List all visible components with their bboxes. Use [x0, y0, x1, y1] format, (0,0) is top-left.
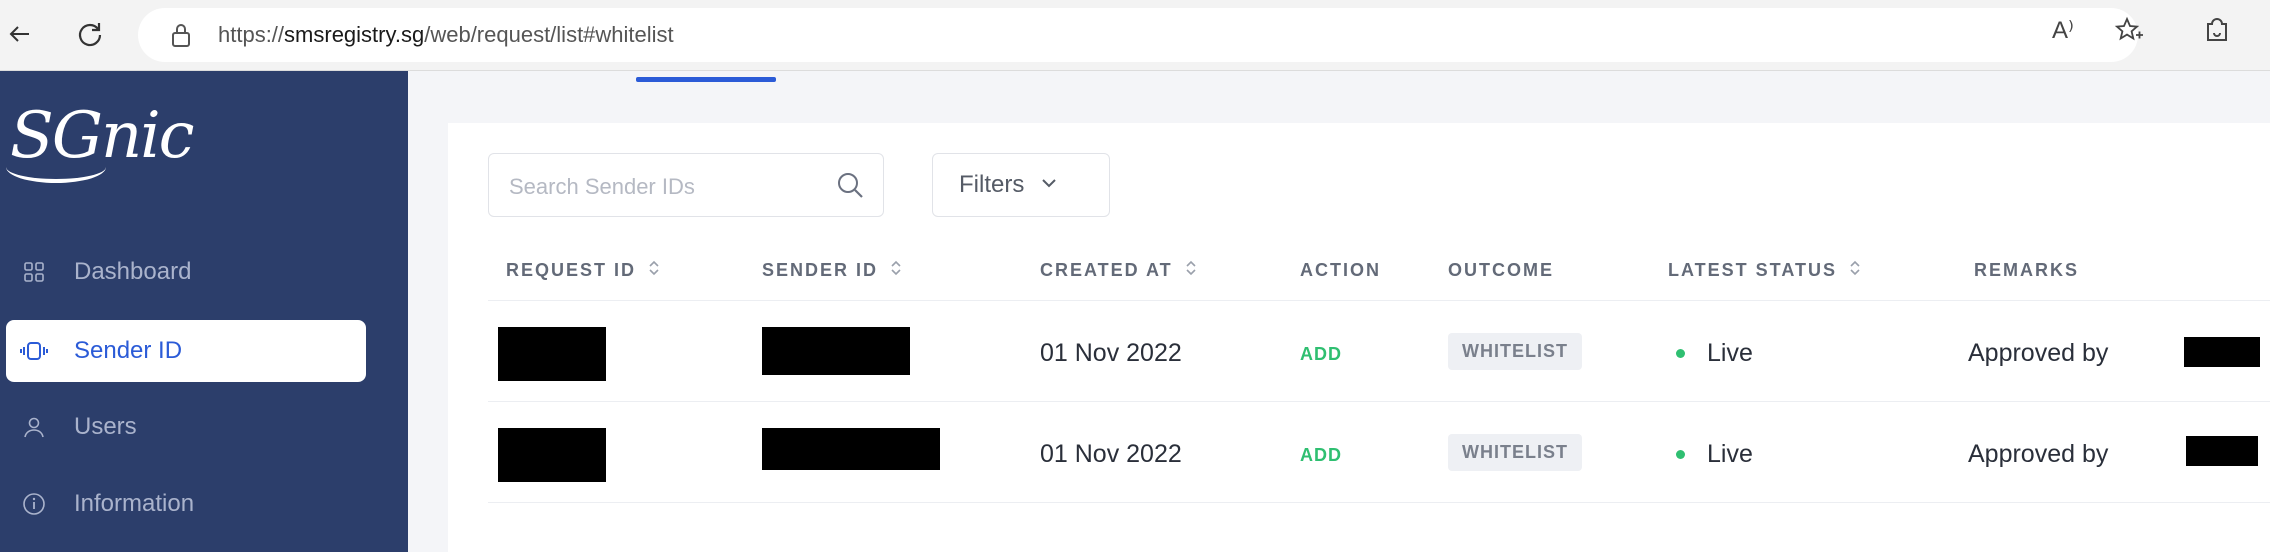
sort-icon[interactable] [1849, 260, 1861, 281]
redacted-approver [2186, 436, 2258, 466]
status-badge: Live [1676, 339, 1753, 368]
sidebar-item-label: Information [74, 490, 195, 517]
status-dot-icon [1676, 450, 1685, 459]
chevron-down-icon [1040, 176, 1058, 194]
sidebar-item-label: Sender ID [74, 337, 183, 364]
sender-id-icon [20, 340, 48, 362]
column-header-latest-status[interactable]: LATEST STATUS [1668, 260, 1861, 281]
filters-button[interactable]: Filters [932, 153, 1110, 217]
main-content: Search Sender IDs Filters REQUEST ID SEN… [408, 71, 2270, 552]
url-host: smsregistry.sg [284, 22, 425, 47]
created-at: 01 Nov 2022 [1040, 339, 1182, 367]
action-value: ADD [1300, 445, 1342, 465]
status-text: Live [1707, 440, 1753, 468]
read-aloud-icon[interactable]: A⁾ [2052, 16, 2074, 45]
sort-icon[interactable] [890, 260, 902, 281]
column-header-label: SENDER ID [762, 260, 879, 280]
sidebar-item-sender-id[interactable]: Sender ID [6, 320, 366, 382]
status-badge: Live [1676, 440, 1753, 469]
refresh-icon[interactable] [70, 14, 110, 54]
grid-icon [20, 261, 48, 283]
url-prefix: https:// [218, 22, 285, 47]
redacted-sender-id [762, 428, 940, 470]
sort-icon[interactable] [1185, 260, 1197, 281]
lock-icon[interactable] [170, 22, 192, 53]
column-header-label: REQUEST ID [506, 260, 637, 280]
outcome-badge: WHITELIST [1448, 333, 1582, 370]
column-header-remarks: REMARKS [1974, 260, 2079, 281]
user-icon [20, 416, 48, 438]
address-bar[interactable]: https://smsregistry.sg/web/request/list#… [138, 8, 2138, 62]
browser-toolbar: https://smsregistry.sg/web/request/list#… [0, 0, 2270, 71]
sidebar: SGnic Dashboard Sender ID Users Informat… [0, 71, 408, 552]
table-row[interactable]: 01 Nov 2022 ADD WHITELIST Live Approved … [488, 301, 2270, 402]
column-header-action: ACTION [1300, 260, 1381, 281]
column-header-request-id[interactable]: REQUEST ID [506, 260, 660, 281]
redacted-request-id [498, 428, 606, 482]
sidebar-item-information[interactable]: Information [0, 473, 408, 535]
created-at: 01 Nov 2022 [1040, 440, 1182, 468]
column-header-label: ACTION [1300, 260, 1381, 280]
status-text: Live [1707, 339, 1753, 367]
sidebar-item-label: Dashboard [74, 258, 192, 285]
status-dot-icon [1676, 349, 1685, 358]
search-placeholder: Search Sender IDs [509, 174, 695, 199]
sidebar-item-users[interactable]: Users [0, 396, 408, 458]
search-input[interactable]: Search Sender IDs [488, 153, 884, 217]
redacted-request-id [498, 327, 606, 381]
tab-active-indicator [636, 77, 776, 82]
redacted-sender-id [762, 327, 910, 375]
sort-icon[interactable] [648, 260, 660, 281]
favorites-star-icon[interactable] [2114, 16, 2144, 53]
info-icon [20, 492, 48, 516]
column-header-label: CREATED AT [1040, 260, 1173, 280]
redacted-approver [2184, 337, 2260, 367]
remarks: Approved by [1968, 440, 2109, 468]
logo-swash [6, 151, 106, 183]
column-header-outcome: OUTCOME [1448, 260, 1554, 281]
column-header-label: OUTCOME [1448, 260, 1554, 280]
column-header-sender-id[interactable]: SENDER ID [762, 260, 902, 281]
action-value: ADD [1300, 344, 1342, 364]
remarks: Approved by [1968, 339, 2109, 367]
sidebar-item-label: Users [74, 413, 137, 440]
table-row[interactable]: 01 Nov 2022 ADD WHITELIST Live Approved … [488, 402, 2270, 503]
sidebar-item-dashboard[interactable]: Dashboard [0, 241, 408, 303]
url-text[interactable]: https://smsregistry.sg/web/request/list#… [218, 22, 674, 48]
extensions-icon[interactable] [2202, 16, 2232, 53]
filters-label: Filters [959, 171, 1025, 198]
column-header-created-at[interactable]: CREATED AT [1040, 260, 1197, 281]
search-icon[interactable] [835, 170, 865, 205]
column-header-label: REMARKS [1974, 260, 2080, 280]
sgnic-logo[interactable]: SGnic [6, 99, 194, 183]
column-header-label: LATEST STATUS [1668, 260, 1837, 280]
url-path: /web/request/list#whitelist [424, 22, 674, 47]
request-list-card: Search Sender IDs Filters REQUEST ID SEN… [448, 123, 2270, 552]
outcome-badge: WHITELIST [1448, 434, 1582, 471]
back-icon[interactable] [0, 14, 40, 54]
